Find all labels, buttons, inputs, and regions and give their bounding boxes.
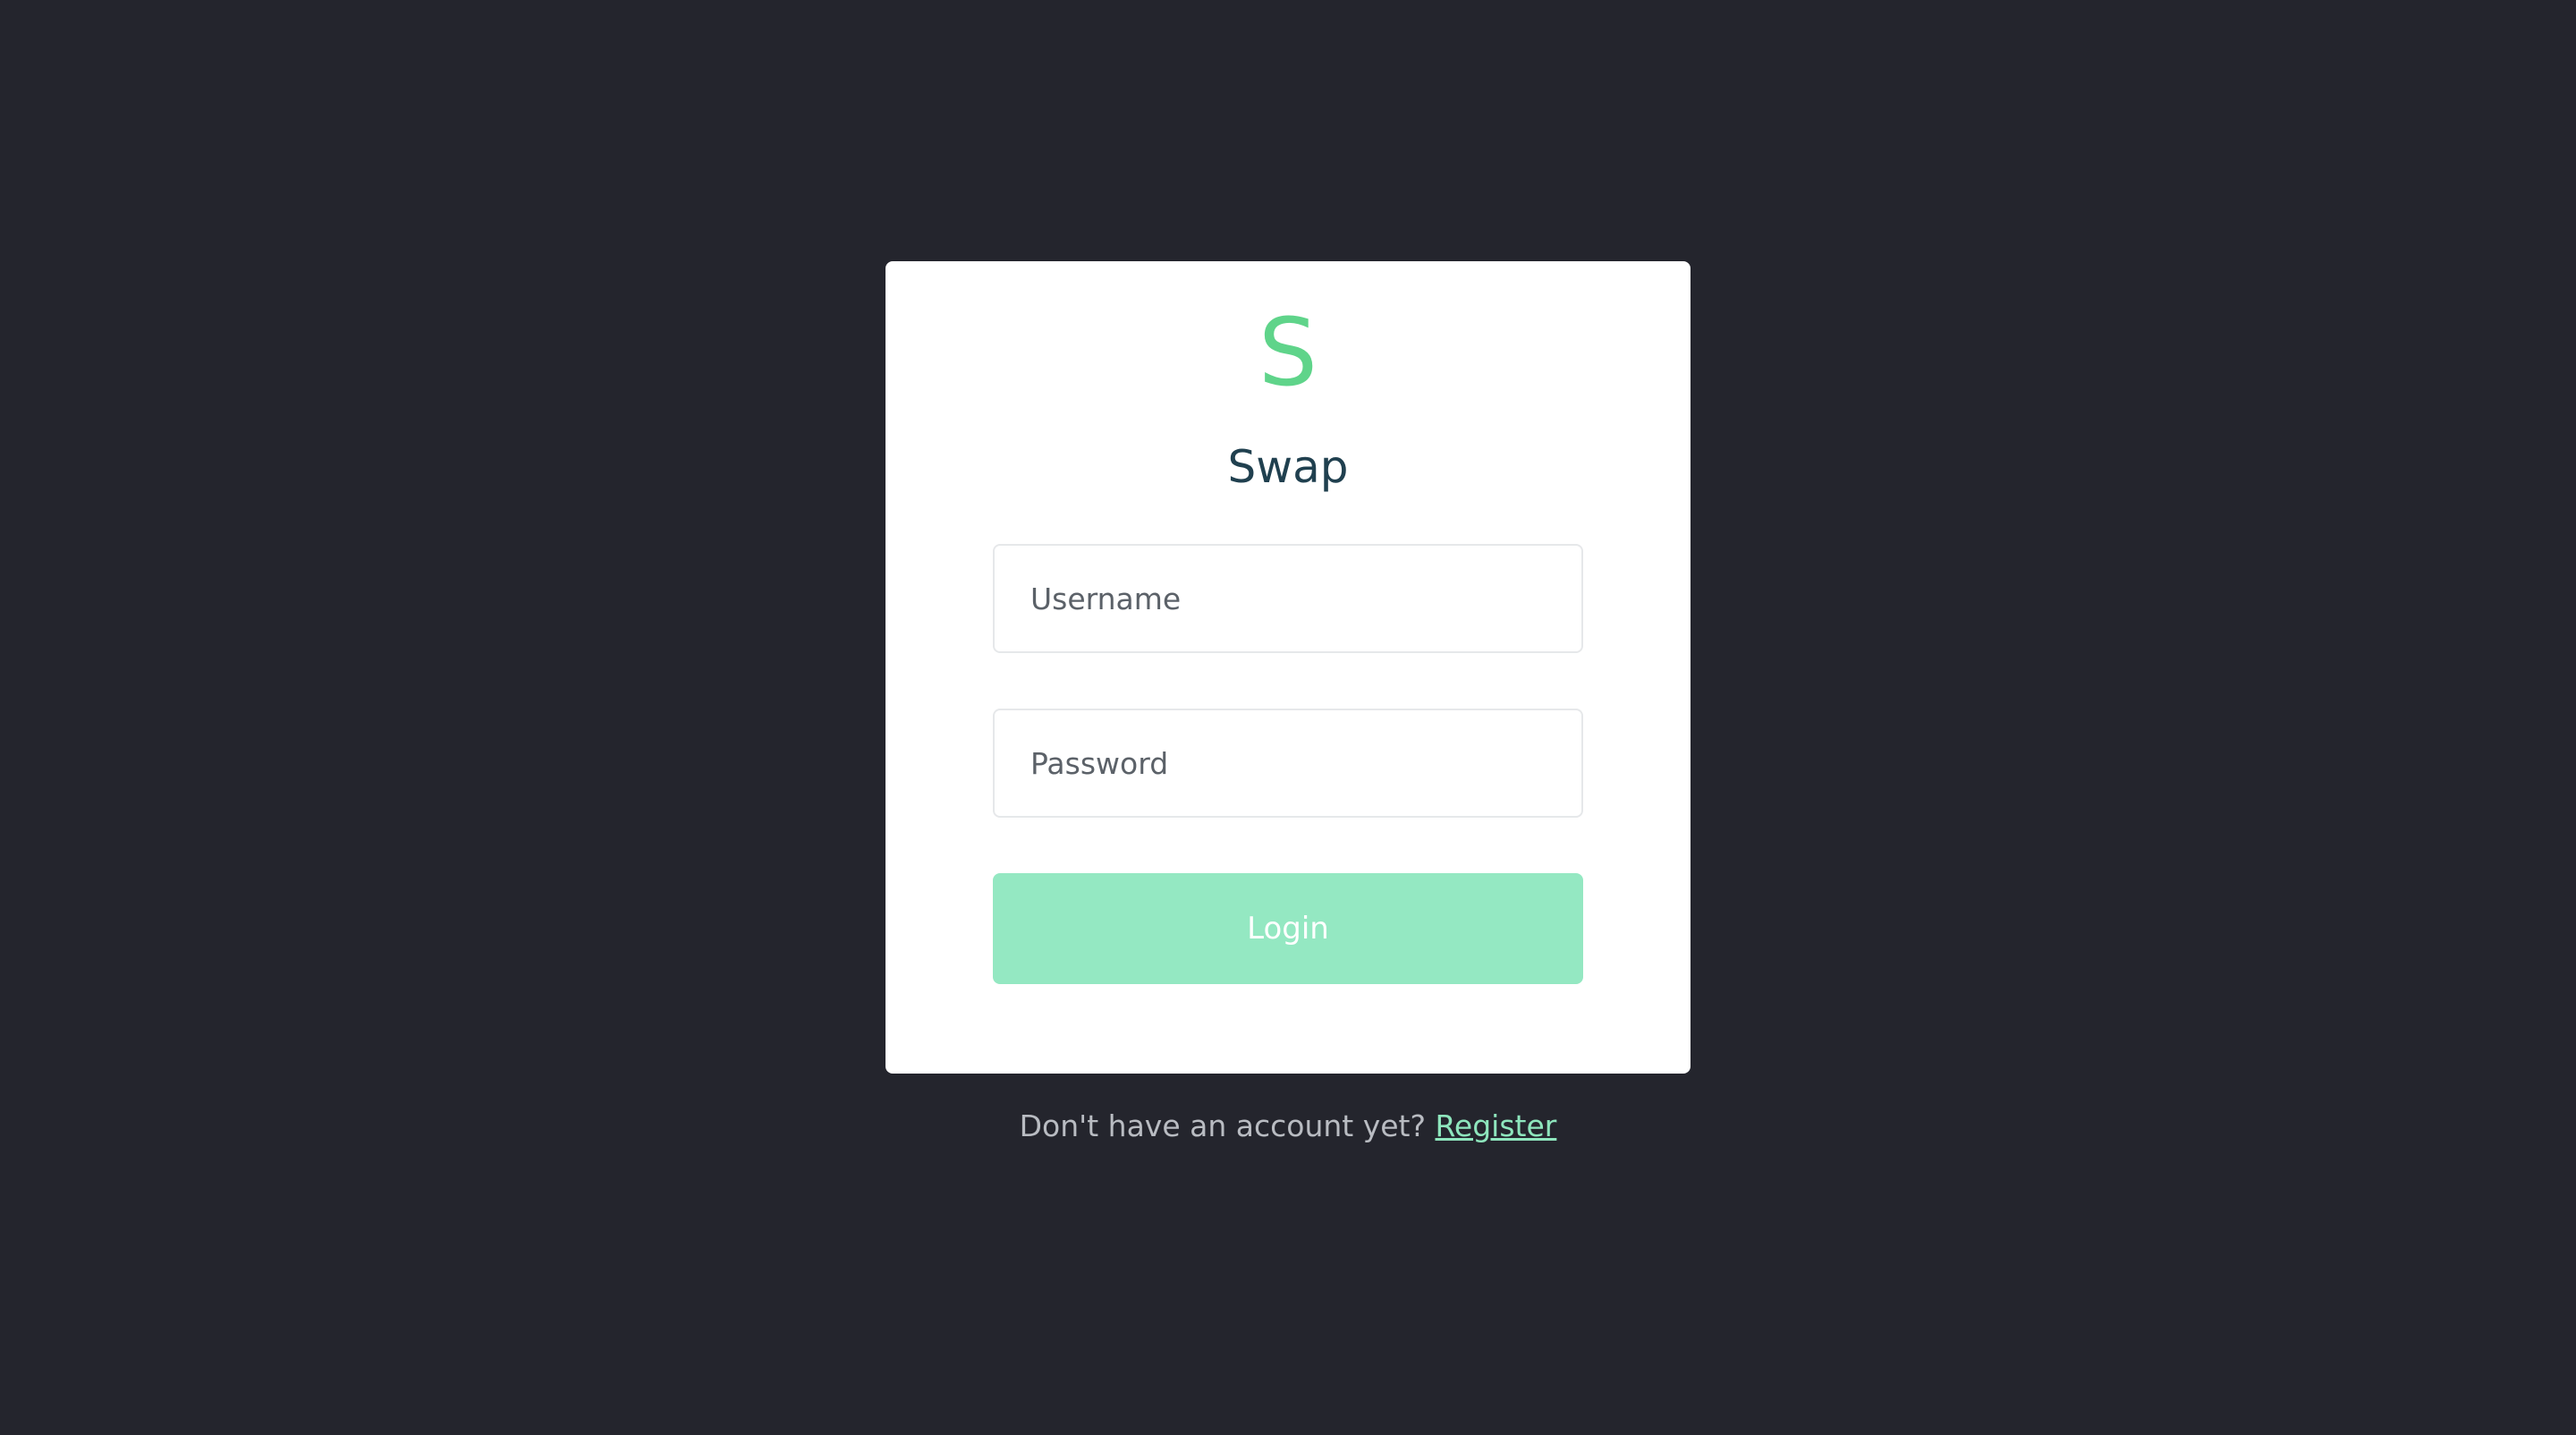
register-link[interactable]: Register — [1435, 1108, 1556, 1143]
register-prompt: Don't have an account yet? Register — [0, 1106, 2576, 1147]
login-page: S Swap Login Don't have an account yet? … — [0, 0, 2576, 1435]
login-card: S Swap Login — [886, 261, 1690, 1074]
login-button[interactable]: Login — [993, 873, 1583, 984]
username-input[interactable] — [993, 544, 1583, 653]
password-input[interactable] — [993, 709, 1583, 818]
app-logo: S — [1258, 298, 1318, 407]
app-title: Swap — [1227, 441, 1349, 493]
register-prompt-text: Don't have an account yet? — [1019, 1108, 1436, 1143]
